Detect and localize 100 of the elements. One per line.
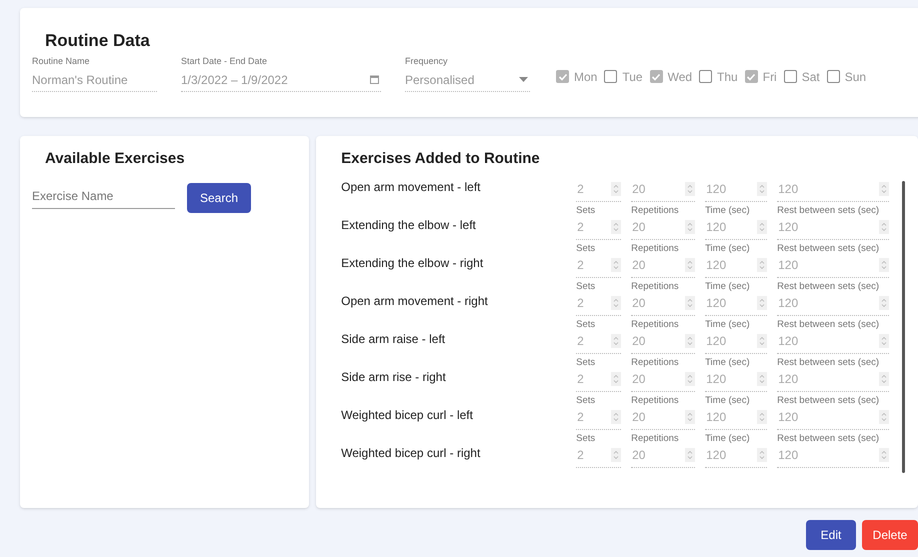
number-field[interactable]: 20	[631, 292, 696, 316]
dropdown-arrow-icon	[519, 77, 528, 82]
number-field[interactable]: 120	[705, 178, 768, 202]
number-field[interactable]: 20	[631, 444, 696, 468]
spinner-icon[interactable]	[685, 220, 696, 234]
spinner-icon[interactable]	[879, 448, 890, 462]
spinner-icon[interactable]	[611, 296, 622, 310]
spinner-icon[interactable]	[685, 182, 696, 196]
spinner-icon[interactable]	[757, 296, 768, 310]
exercise-name: Extending the elbow - right	[341, 254, 484, 272]
spinner-icon[interactable]	[757, 410, 768, 424]
day-checkbox[interactable]	[744, 70, 758, 84]
spinner-icon[interactable]	[685, 258, 696, 272]
spinner-icon[interactable]	[611, 334, 622, 348]
spinner-icon[interactable]	[757, 182, 768, 196]
field-label: Sets	[576, 356, 596, 368]
spinner-icon[interactable]	[879, 334, 890, 348]
day-checkbox[interactable]	[699, 70, 712, 84]
spinner-icon[interactable]	[757, 334, 768, 348]
spinner-icon[interactable]	[879, 296, 890, 310]
routine-name-field[interactable]: Routine Name Norman's Routine	[32, 55, 157, 92]
number-field[interactable]: 2	[576, 254, 622, 278]
spinner-icon[interactable]	[879, 258, 890, 272]
spinner-icon[interactable]	[685, 448, 696, 462]
edit-button[interactable]: Edit	[806, 520, 856, 550]
number-field[interactable]: 2	[576, 406, 622, 430]
number-field[interactable]: 20	[631, 254, 696, 278]
field-label: Time (sec)	[705, 242, 751, 254]
spinner-icon[interactable]	[757, 258, 768, 272]
number-field[interactable]: 120	[777, 216, 890, 240]
day-checkbox[interactable]	[784, 70, 797, 84]
number-field[interactable]: 120	[705, 330, 768, 354]
field-label: Rest between sets (sec)	[777, 242, 880, 254]
number-field[interactable]: 20	[631, 368, 696, 392]
spinner-icon[interactable]	[611, 258, 622, 272]
day-checkbox[interactable]	[604, 70, 618, 84]
exercise-name: Extending the elbow - left	[341, 216, 477, 234]
number-field[interactable]: 120	[777, 330, 890, 354]
number-field[interactable]: 120	[777, 368, 890, 392]
number-field[interactable]: 120	[777, 178, 890, 202]
number-field[interactable]: 120	[705, 292, 768, 316]
number-field[interactable]: 20	[631, 178, 696, 202]
exercise-name: Weighted bicep curl - right	[341, 444, 482, 462]
spinner-icon[interactable]	[611, 220, 622, 234]
spinner-icon[interactable]	[611, 410, 622, 424]
day-checkbox[interactable]	[826, 70, 840, 84]
number-field[interactable]: 20	[631, 216, 696, 240]
number-field[interactable]: 2	[576, 330, 622, 354]
number-field[interactable]: 2	[576, 216, 622, 240]
number-field[interactable]: 120	[777, 292, 890, 316]
exercise-name: Open arm movement - left	[341, 178, 482, 196]
search-button[interactable]: Search	[187, 182, 252, 212]
spinner-icon[interactable]	[611, 448, 622, 462]
field-label: Repetitions	[631, 432, 680, 444]
field-label: Time (sec)	[705, 432, 751, 444]
number-field[interactable]: 120	[705, 444, 768, 468]
spinner-icon[interactable]	[685, 410, 696, 424]
exercise-name: Side arm raise - left	[341, 330, 446, 348]
field-label: Rest between sets (sec)	[777, 394, 880, 406]
section-title: Available Exercises	[45, 149, 185, 169]
field-label: Time (sec)	[705, 394, 751, 406]
number-field[interactable]: 120	[777, 254, 890, 278]
field-label: Rest between sets (sec)	[777, 280, 880, 292]
number-field[interactable]: 120	[705, 254, 768, 278]
number-field[interactable]: 2	[576, 368, 622, 392]
number-field[interactable]: 120	[705, 216, 768, 240]
number-field[interactable]: 2	[576, 292, 622, 316]
day-label: Mon	[574, 68, 598, 86]
spinner-icon[interactable]	[757, 372, 768, 386]
field-label: Rest between sets (sec)	[777, 356, 880, 368]
calendar-icon[interactable]	[370, 75, 379, 84]
number-field[interactable]: 20	[631, 406, 696, 430]
delete-button[interactable]: Delete	[862, 520, 918, 550]
spinner-icon[interactable]	[879, 410, 890, 424]
spinner-icon[interactable]	[685, 334, 696, 348]
spinner-icon[interactable]	[757, 220, 768, 234]
number-field[interactable]: 120	[777, 406, 890, 430]
number-field[interactable]: 2	[576, 444, 622, 468]
spinner-icon[interactable]	[879, 372, 890, 386]
spinner-icon[interactable]	[757, 448, 768, 462]
number-field[interactable]: 120	[705, 406, 768, 430]
search-field[interactable]: Exercise Name	[32, 186, 175, 208]
scrollbar[interactable]	[902, 180, 906, 472]
number-field[interactable]: 20	[631, 330, 696, 354]
spinner-icon[interactable]	[685, 372, 696, 386]
number-field[interactable]: 2	[576, 178, 622, 202]
spinner-icon[interactable]	[879, 220, 890, 234]
number-field[interactable]: 120	[777, 444, 890, 468]
spinner-icon[interactable]	[611, 182, 622, 196]
spinner-icon[interactable]	[879, 182, 890, 196]
day-checkbox[interactable]	[556, 70, 569, 84]
spinner-icon[interactable]	[685, 296, 696, 310]
field-label: Repetitions	[631, 204, 680, 216]
date-range-field[interactable]: Start Date - End Date 1/3/2022 – 1/9/2022	[181, 55, 381, 92]
day-checkbox[interactable]	[650, 70, 663, 84]
section-title: Routine Data	[45, 30, 150, 52]
frequency-select[interactable]: Frequency Personalised	[405, 55, 530, 92]
day-label: Thu	[717, 68, 738, 86]
spinner-icon[interactable]	[611, 372, 622, 386]
number-field[interactable]: 120	[705, 368, 768, 392]
